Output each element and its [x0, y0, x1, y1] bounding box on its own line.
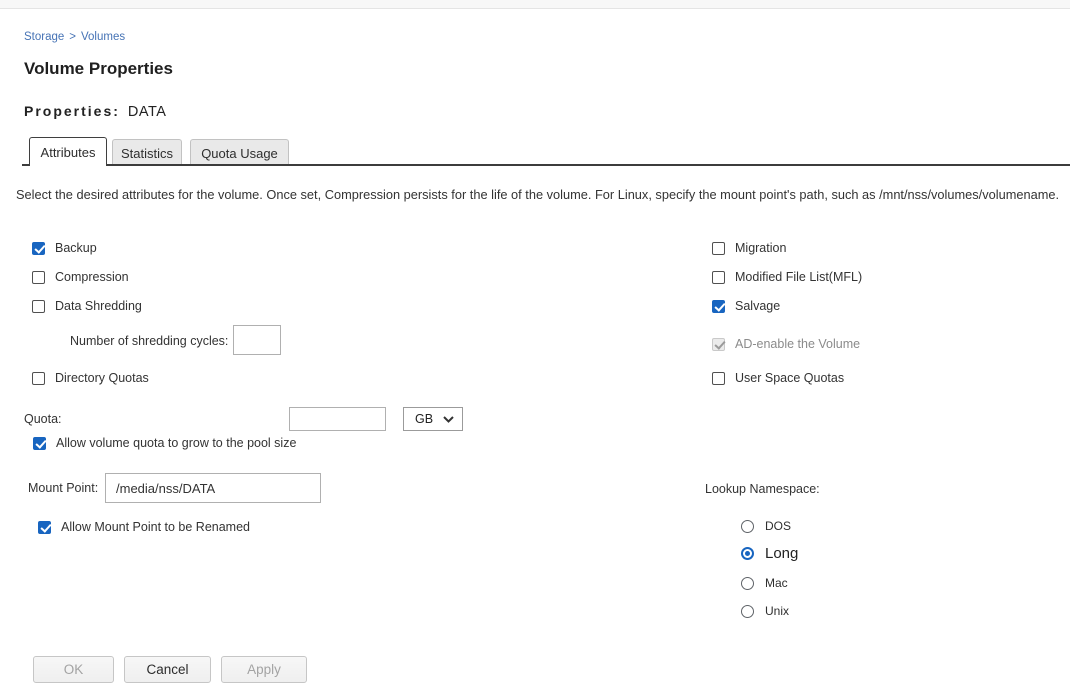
namespace-unix-label: Unix	[765, 604, 789, 618]
lookup-namespace-label: Lookup Namespace:	[705, 482, 820, 496]
migration-row: Migration	[712, 240, 786, 256]
namespace-radio-mac[interactable]	[741, 577, 754, 590]
salvage-checkbox[interactable]	[712, 300, 725, 313]
quota-label: Quota:	[24, 412, 62, 426]
shredding-cycles-label: Number of shredding cycles:	[70, 334, 228, 348]
mount-point-label: Mount Point:	[28, 481, 98, 495]
volume-name: DATA	[128, 104, 167, 120]
directory-quotas-label: Directory Quotas	[55, 371, 149, 385]
chevron-down-icon	[443, 416, 454, 423]
namespace-row-unix: Unix	[741, 602, 789, 620]
quota-grow-label: Allow volume quota to grow to the pool s…	[56, 436, 296, 450]
namespace-row-dos: DOS	[741, 517, 791, 535]
ok-button: OK	[33, 656, 114, 683]
shredding-cycles-input[interactable]	[233, 325, 281, 355]
breadcrumb: Storage > Volumes	[24, 31, 125, 43]
quota-unit-select[interactable]: GB	[403, 407, 463, 431]
salvage-row: Salvage	[712, 298, 780, 314]
breadcrumb-separator: >	[69, 31, 76, 43]
mfl-row: Modified File List(MFL)	[712, 269, 862, 285]
apply-button: Apply	[221, 656, 307, 683]
compression-row: Compression	[32, 269, 129, 285]
ad-enable-row: AD-enable the Volume	[712, 336, 860, 352]
namespace-radio-dos[interactable]	[741, 520, 754, 533]
quota-grow-checkbox[interactable]	[33, 437, 46, 450]
properties-label: Properties:	[24, 103, 120, 119]
namespace-row-long: Long	[741, 544, 798, 562]
namespace-mac-label: Mac	[765, 576, 788, 590]
data-shredding-label: Data Shredding	[55, 299, 142, 313]
data-shredding-row: Data Shredding	[32, 298, 142, 314]
tab-quota-usage-label: Quota Usage	[201, 146, 278, 161]
quota-input[interactable]	[289, 407, 386, 431]
data-shredding-checkbox[interactable]	[32, 300, 45, 313]
backup-row: Backup	[32, 240, 97, 256]
mount-rename-row: Allow Mount Point to be Renamed	[38, 519, 250, 535]
breadcrumb-link-storage[interactable]: Storage	[24, 31, 64, 43]
modified-file-list-checkbox[interactable]	[712, 271, 725, 284]
directory-quotas-checkbox[interactable]	[32, 372, 45, 385]
user-space-quotas-label: User Space Quotas	[735, 371, 844, 385]
ad-enable-checkbox	[712, 338, 725, 351]
namespace-row-mac: Mac	[741, 574, 788, 592]
salvage-label: Salvage	[735, 299, 780, 313]
migration-label: Migration	[735, 241, 786, 255]
migration-checkbox[interactable]	[712, 242, 725, 255]
backup-label: Backup	[55, 241, 97, 255]
mount-point-input[interactable]	[105, 473, 321, 503]
cancel-button[interactable]: Cancel	[124, 656, 211, 683]
directory-quotas-row: Directory Quotas	[32, 370, 149, 386]
ad-enable-label: AD-enable the Volume	[735, 337, 860, 351]
compression-checkbox[interactable]	[32, 271, 45, 284]
top-strip	[0, 0, 1070, 9]
tab-underline	[22, 164, 1070, 166]
mount-rename-label: Allow Mount Point to be Renamed	[61, 520, 250, 534]
tab-quota-usage[interactable]: Quota Usage	[190, 139, 289, 166]
tab-attributes-label: Attributes	[41, 145, 96, 160]
tab-attributes[interactable]: Attributes	[29, 137, 107, 166]
quota-grow-row: Allow volume quota to grow to the pool s…	[33, 435, 296, 451]
namespace-radio-long[interactable]	[741, 547, 754, 560]
properties-heading: Properties: DATA	[24, 103, 166, 121]
compression-label: Compression	[55, 270, 129, 284]
backup-checkbox[interactable]	[32, 242, 45, 255]
namespace-long-label: Long	[765, 545, 798, 562]
namespace-dos-label: DOS	[765, 519, 791, 533]
modified-file-list-label: Modified File List(MFL)	[735, 270, 862, 284]
namespace-radio-unix[interactable]	[741, 605, 754, 618]
tab-statistics[interactable]: Statistics	[112, 139, 182, 166]
attributes-description: Select the desired attributes for the vo…	[16, 187, 1068, 202]
user-space-quotas-row: User Space Quotas	[712, 370, 844, 386]
breadcrumb-link-volumes[interactable]: Volumes	[81, 31, 125, 43]
user-space-quotas-checkbox[interactable]	[712, 372, 725, 385]
tab-statistics-label: Statistics	[121, 146, 173, 161]
mount-rename-checkbox[interactable]	[38, 521, 51, 534]
volume-properties-page: Storage > Volumes Volume Properties Proper…	[0, 0, 1070, 696]
page-title: Volume Properties	[24, 59, 173, 79]
quota-unit-value: GB	[415, 412, 433, 426]
